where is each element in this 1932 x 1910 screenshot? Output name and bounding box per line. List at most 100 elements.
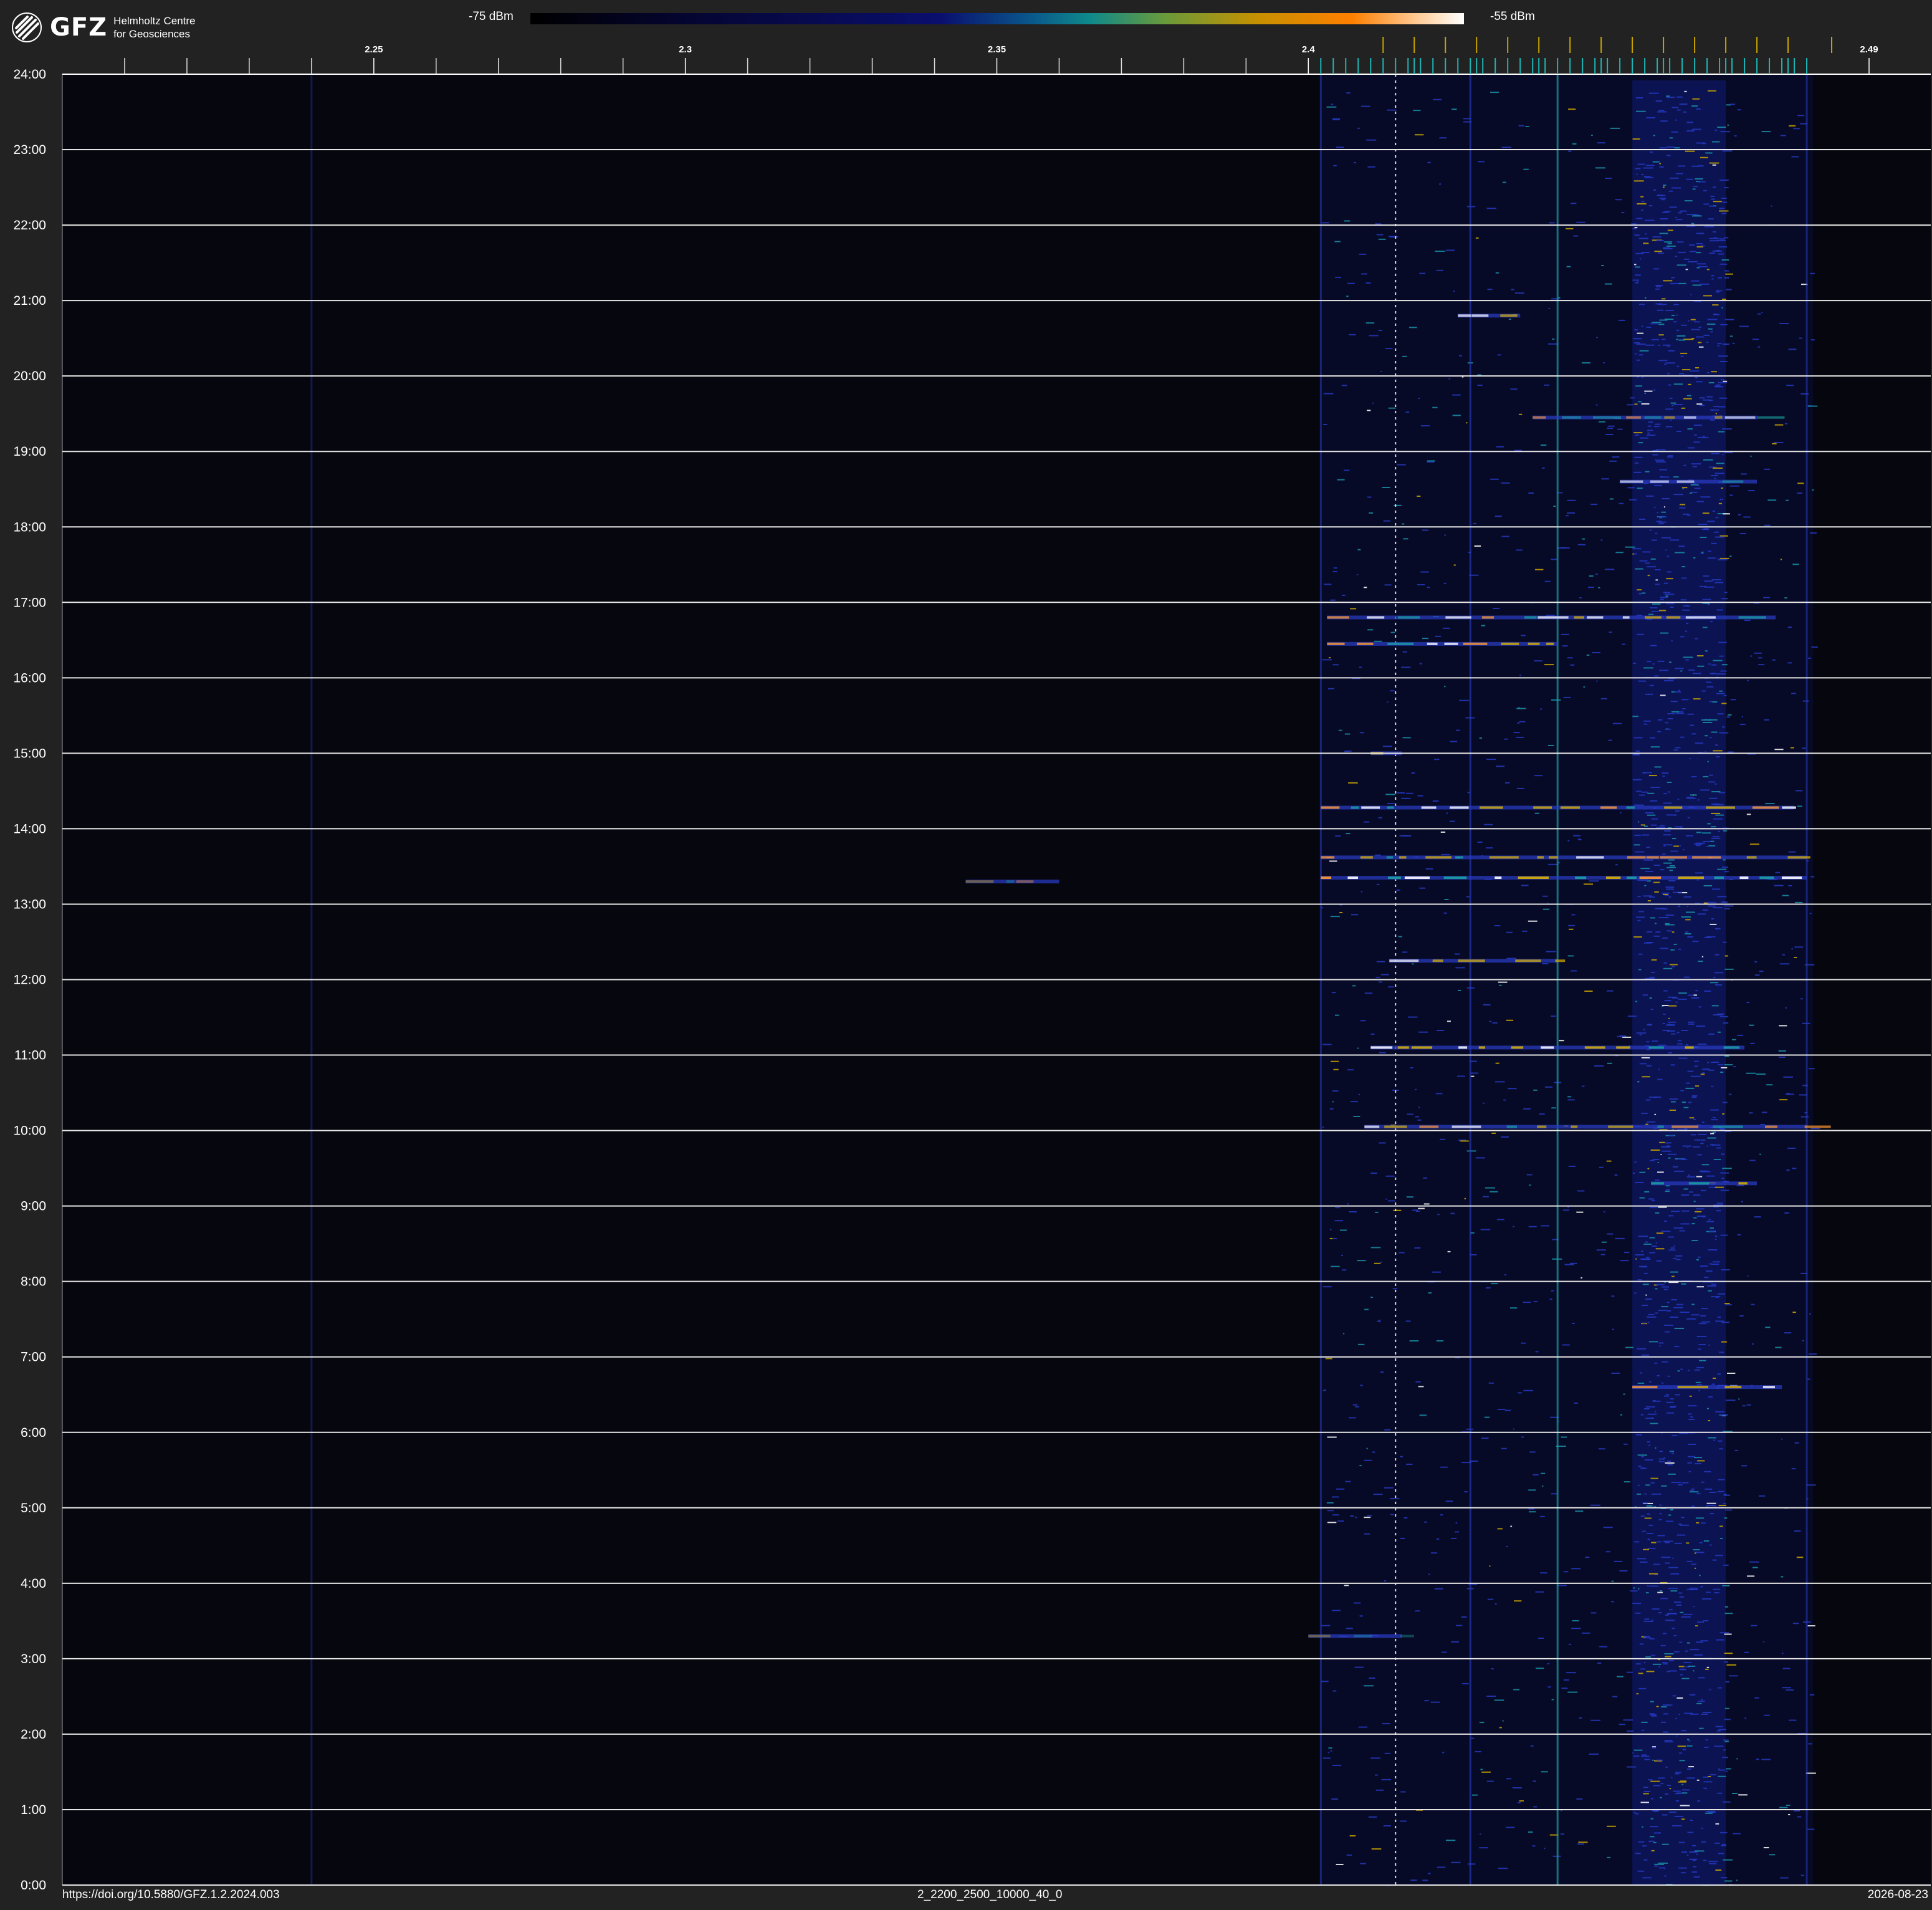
noise-speck [1691,1505,1695,1507]
noise-speck [1643,1548,1650,1550]
noise-speck [1696,252,1701,254]
noise-speck [1716,1639,1725,1641]
noise-speck [1722,454,1724,456]
noise-speck [1649,1826,1658,1828]
noise-speck [1668,859,1675,861]
noise-speck [1794,901,1803,903]
noise-speck [1643,1272,1648,1274]
noise-speck [1791,1468,1796,1470]
noise-speck [1714,744,1718,746]
noise-speck [1667,242,1672,244]
noise-speck [1486,1780,1494,1782]
noise-speck [1682,1145,1692,1147]
noise-speck [1694,1369,1700,1371]
noise-speck [1590,1504,1600,1506]
burst-segment [1308,1634,1331,1638]
burst-segment [1511,1046,1524,1049]
noise-speck [1683,1613,1693,1615]
noise-speck [1806,1484,1816,1486]
noise-speck [1714,954,1719,956]
noise-speck [1467,792,1470,794]
noise-speck [1716,693,1725,694]
burst-segment [1660,856,1688,859]
noise-speck [1749,843,1759,845]
noise-speck [1640,1755,1650,1757]
noise-speck [1607,1062,1612,1064]
noise-speck [1427,1873,1431,1874]
noise-speck [1466,1150,1476,1152]
noise-speck [1644,885,1647,886]
noise-speck [1758,1495,1766,1497]
noise-speck [1685,919,1691,921]
noise-speck [1708,382,1714,383]
noise-speck [1529,1184,1531,1186]
noise-speck [1789,1719,1797,1721]
noise-speck [1389,690,1395,692]
noise-speck [1633,1755,1640,1757]
noise-speck [1654,423,1661,425]
noise-speck [1384,1429,1391,1431]
noise-speck [1427,461,1435,463]
noise-speck [1645,1257,1650,1259]
noise-speck [1700,537,1707,539]
noise-speck [1649,529,1652,531]
noise-speck [1513,732,1520,734]
burst-segment [1481,616,1494,619]
noise-speck [1405,411,1410,413]
noise-speck [1677,906,1681,908]
noise-speck [1582,538,1585,540]
noise-speck [1792,1312,1796,1313]
noise-speck [1571,203,1577,204]
burst-segment [1787,856,1810,859]
noise-speck [1698,524,1708,525]
noise-speck [1652,1608,1660,1610]
noise-speck [1719,1414,1728,1416]
noise-speck [1653,935,1660,937]
noise-speck [1503,1099,1506,1101]
noise-speck [1752,1567,1758,1568]
noise-speck [1663,967,1673,969]
noise-speck [1706,846,1709,848]
noise-speck [1443,582,1447,584]
noise-speck [1669,1098,1678,1100]
noise-speck [1522,930,1528,932]
noise-speck [1365,322,1375,324]
noise-speck [1719,535,1728,537]
noise-speck [1679,1230,1685,1232]
noise-speck [1724,1055,1729,1057]
noise-speck [1330,916,1340,918]
noise-speck [1407,1113,1413,1115]
doi-link[interactable]: https://doi.org/10.5880/GFZ.1.2.2024.003 [62,1888,280,1902]
noise-speck [1544,1848,1546,1850]
noise-speck [1632,1752,1634,1754]
noise-speck [1692,1146,1700,1148]
noise-speck [1802,747,1806,749]
noise-speck [1710,409,1719,411]
noise-speck [1388,407,1396,409]
noise-speck [1748,490,1755,492]
noise-speck [1338,729,1342,731]
noise-speck [1711,1005,1719,1007]
noise-speck [1784,597,1787,599]
noise-speck [1668,1473,1676,1475]
noise-speck [1352,985,1356,987]
noise-speck [1689,1587,1698,1589]
noise-speck [1540,1472,1546,1474]
noise-speck [1675,1255,1683,1257]
noise-speck [1414,1247,1421,1249]
noise-speck [1424,1521,1427,1523]
noise-speck [1546,951,1556,953]
noise-speck [1662,1005,1669,1007]
burst-segment [1463,642,1488,645]
burst-segment [1501,642,1519,645]
noise-speck [1651,1493,1662,1495]
noise-speck [1348,782,1358,784]
noise-speck [1721,1067,1728,1068]
noise-speck [1562,1209,1570,1211]
noise-speck [1650,787,1660,789]
noise-speck [1711,579,1722,581]
noise-speck [1648,613,1654,615]
noise-speck [1696,1208,1705,1210]
noise-speck [1644,1517,1652,1519]
noise-speck [1329,1108,1334,1110]
